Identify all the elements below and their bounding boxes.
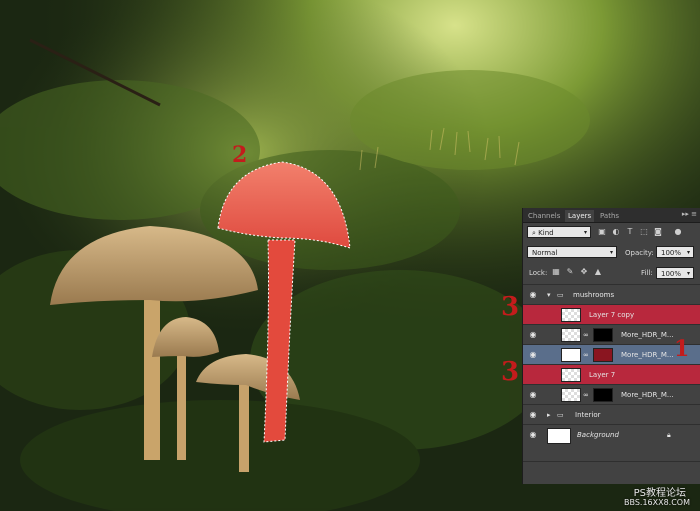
- layer-name: More_HDR_M...: [621, 351, 674, 359]
- tab-paths[interactable]: Paths: [597, 210, 622, 222]
- link-icon: ∞: [583, 351, 589, 359]
- group-expand-icon[interactable]: ▾: [547, 285, 551, 305]
- eye-icon[interactable]: ◉: [528, 430, 538, 440]
- folder-icon: ▭: [557, 411, 564, 419]
- layer-name: Layer 7: [589, 371, 616, 379]
- layer-group-interior[interactable]: ◉ ▸ ▭ Interior: [523, 404, 700, 425]
- link-icon: ∞: [583, 331, 589, 339]
- layer-background[interactable]: ◉ Background 🔒︎: [523, 424, 700, 447]
- tab-layers[interactable]: Layers: [565, 210, 595, 222]
- layer-mask-thumbnail: [593, 348, 613, 362]
- annotation-layer-copy-number: 3: [501, 292, 520, 322]
- layer-group-mushrooms[interactable]: ◉ ▾ ▭ mushrooms: [523, 284, 700, 305]
- fill-value: 100%: [661, 270, 682, 278]
- lock-label: Lock:: [529, 269, 548, 277]
- panel-bottom-bar: [523, 461, 700, 484]
- layer-name: Interior: [575, 411, 601, 419]
- watermark-line2: BBS.16XX8.COM: [623, 498, 690, 507]
- blend-mode-dropdown[interactable]: Normal ▾: [527, 246, 617, 258]
- folder-icon: ▭: [557, 291, 564, 299]
- watermark-line1: PS教程论坛: [633, 488, 686, 499]
- panel-tab-bar: Channels Layers Paths ▸▸ ≡: [523, 208, 700, 223]
- chevron-down-icon: ▾: [686, 270, 690, 277]
- layer-thumbnail: [547, 428, 571, 444]
- annotation-selected-layer-number: 1: [674, 336, 690, 362]
- lock-image-icon[interactable]: ✎: [565, 267, 575, 277]
- smart-object-filter-icon[interactable]: ◙: [653, 227, 663, 237]
- layer-name: More_HDR_M...: [621, 331, 674, 339]
- lock-position-icon[interactable]: ✥: [579, 267, 589, 277]
- panel-menu-icon[interactable]: ▸▸ ≡: [682, 210, 697, 218]
- layer-thumbnail: [561, 368, 581, 382]
- type-filter-icon[interactable]: T: [625, 227, 635, 237]
- layer-name: More_HDR_M...: [621, 391, 674, 399]
- opacity-label: Opacity:: [625, 249, 654, 257]
- group-collapse-icon[interactable]: ▸: [547, 405, 551, 425]
- layer-thumbnail: [561, 308, 581, 322]
- layer-row[interactable]: ◉ ∞ More_HDR_M...: [523, 384, 700, 405]
- eye-icon[interactable]: ◉: [528, 290, 538, 300]
- blend-mode-value: Normal: [532, 249, 558, 257]
- chevron-down-icon: ▾: [609, 249, 613, 256]
- chevron-down-icon: ▾: [686, 249, 690, 256]
- chevron-down-icon: ▾: [583, 229, 587, 236]
- eye-icon[interactable]: ◉: [528, 350, 538, 360]
- link-icon: ∞: [583, 391, 589, 399]
- layer-row[interactable]: Layer 7: [523, 364, 700, 385]
- layer-thumbnail: [561, 388, 581, 402]
- adjustment-filter-icon[interactable]: ◐: [611, 227, 621, 237]
- opacity-value: 100%: [661, 249, 682, 257]
- lock-transparent-icon[interactable]: ▦: [551, 267, 561, 277]
- eye-icon[interactable]: ◉: [528, 390, 538, 400]
- layer-row[interactable]: Layer 7 copy: [523, 304, 700, 325]
- fill-label: Fill:: [641, 269, 653, 277]
- lock-all-icon[interactable]: ▲: [593, 267, 603, 277]
- layer-mask-thumbnail: [593, 328, 613, 342]
- layer-name: mushrooms: [573, 291, 615, 299]
- opacity-field[interactable]: 100% ▾: [656, 246, 694, 258]
- lock-icon: 🔒︎: [667, 431, 671, 439]
- filter-toggle-icon[interactable]: ●: [673, 227, 683, 237]
- eye-icon[interactable]: ◉: [528, 330, 538, 340]
- tab-channels[interactable]: Channels: [525, 210, 563, 222]
- layer-thumbnail: [561, 328, 581, 342]
- annotation-mushroom-number: 2: [232, 142, 248, 168]
- layer-name: Background: [577, 431, 619, 439]
- pixel-filter-icon[interactable]: ▣: [597, 227, 607, 237]
- filter-kind-label: Kind: [538, 229, 554, 237]
- shape-filter-icon[interactable]: ⬚: [639, 227, 649, 237]
- layer-name: Layer 7 copy: [589, 311, 635, 319]
- eye-icon[interactable]: ◉: [528, 410, 538, 420]
- annotation-layer-seven-number: 3: [501, 357, 520, 387]
- layer-mask-thumbnail: [593, 388, 613, 402]
- layer-thumbnail: [561, 348, 581, 362]
- fill-field[interactable]: 100% ▾: [656, 267, 694, 279]
- filter-kind-dropdown[interactable]: ⌕ Kind ▾: [527, 226, 591, 238]
